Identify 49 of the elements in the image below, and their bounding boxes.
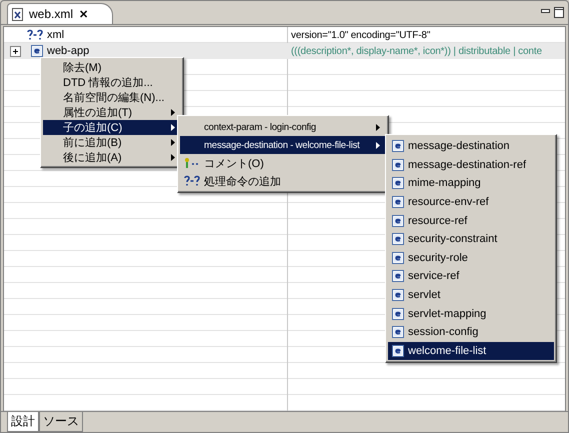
tab-title: web.xml	[29, 7, 74, 21]
menu-item[interactable]: welcome-file-list	[388, 342, 554, 360]
element-icon	[392, 326, 404, 338]
view-tab[interactable]: ソース	[39, 412, 83, 432]
comment-icon	[184, 157, 200, 169]
element-icon	[392, 289, 404, 302]
node-name[interactable]: web-app	[47, 45, 90, 57]
close-icon[interactable]: ✕	[79, 8, 88, 20]
menu-item[interactable]: DTD 情報の追加...	[43, 75, 181, 90]
node-value: version="1.0" encoding="UTF-8"	[290, 30, 432, 40]
node-name[interactable]: xml	[47, 29, 64, 41]
processing-instruction-icon	[27, 29, 43, 41]
menu-item[interactable]: security-constraint	[388, 230, 554, 249]
maximize-icon[interactable]	[554, 7, 564, 18]
menu-item[interactable]: 処理命令の追加	[180, 172, 386, 190]
element-icon	[392, 270, 404, 282]
menu-item[interactable]: context-param - login-config	[180, 118, 386, 136]
menu-item[interactable]: message-destination-ref	[388, 156, 554, 174]
menu-item[interactable]: mime-mapping	[388, 174, 554, 193]
node-value: (((description*, display-name*, icon*)) | distributable | conte	[290, 46, 543, 56]
element-icon	[392, 308, 404, 320]
menu-item[interactable]: session-config	[388, 322, 554, 342]
view-tab[interactable]: 設計	[7, 412, 39, 432]
menu-item[interactable]: 名前空間の編集(N)...	[43, 90, 181, 105]
menu-item[interactable]: resource-ref	[388, 211, 554, 230]
expand-toggle[interactable]	[10, 46, 21, 56]
menu-item[interactable]: 除去(M)	[43, 60, 181, 75]
menu-item[interactable]: 前に追加(B)	[43, 135, 181, 150]
element-icon	[392, 214, 404, 227]
menu-item[interactable]: servlet	[388, 286, 554, 304]
menu-item[interactable]: resource-env-ref	[388, 192, 554, 212]
menu-item[interactable]: 属性の追加(T)	[43, 105, 181, 120]
menu-item[interactable]: service-ref	[388, 267, 554, 286]
element-icon	[392, 158, 404, 171]
menu-item[interactable]: 後に追加(A)	[43, 150, 181, 165]
element-icon	[392, 252, 404, 264]
element-icon	[392, 140, 404, 152]
menu-item[interactable]: message-destination - welcome-file-list	[180, 136, 386, 154]
xml-file-icon	[12, 8, 23, 20]
menu-item[interactable]: message-destination	[388, 137, 554, 156]
menu-item[interactable]: コメント(O)	[180, 154, 386, 172]
element-icon	[392, 177, 404, 190]
menu-item[interactable]: security-role	[388, 248, 554, 268]
menu-item[interactable]: servlet-mapping	[388, 304, 554, 323]
processing-instruction-icon	[184, 175, 200, 187]
element-icon	[392, 233, 404, 246]
element-icon	[392, 344, 404, 357]
element-icon	[392, 196, 404, 208]
editor-tab[interactable]: web.xml ✕	[7, 3, 114, 24]
